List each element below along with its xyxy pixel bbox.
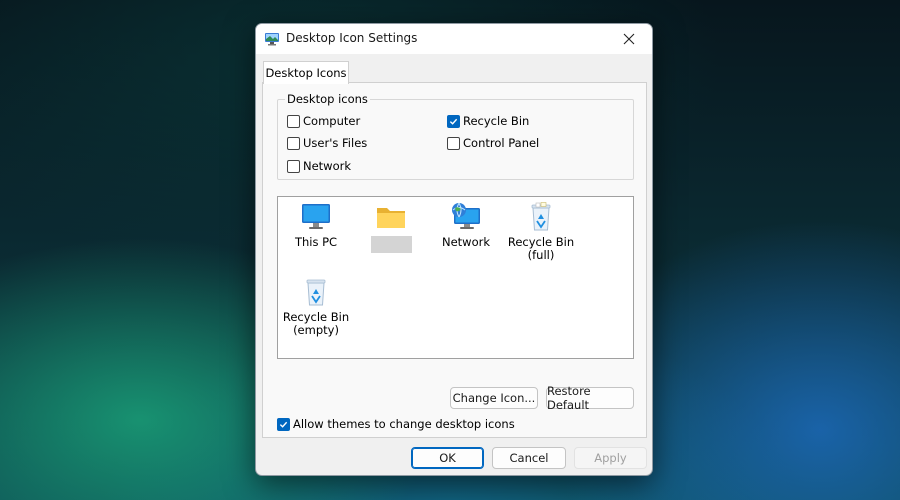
checkbox-box[interactable] <box>447 114 460 128</box>
groupbox-label: Desktop icons <box>285 92 370 106</box>
close-icon <box>623 33 635 45</box>
checkmark-icon <box>449 118 458 125</box>
title-bar[interactable]: Desktop Icon Settings <box>256 24 652 54</box>
icon-label: Network <box>441 235 491 249</box>
checkbox-computer[interactable]: Computer <box>287 114 360 128</box>
checkbox-box[interactable] <box>287 114 300 128</box>
icon-label-line2: (empty) <box>293 323 339 337</box>
network-icon <box>449 202 483 232</box>
icon-label-line2: (full) <box>527 248 555 262</box>
apply-button[interactable]: Apply <box>574 447 647 469</box>
icon-item-recycle-bin-full[interactable]: Recycle Bin (full) <box>503 202 579 262</box>
recycle-bin-empty-icon <box>299 277 333 307</box>
checkbox-box[interactable] <box>287 136 300 150</box>
restore-default-button[interactable]: Restore Default <box>546 384 634 412</box>
checkbox-box[interactable] <box>277 417 290 431</box>
checkbox-recycle-bin[interactable]: Recycle Bin <box>447 114 529 128</box>
checkbox-label: Computer <box>303 114 361 128</box>
checkbox-label: User's Files <box>303 136 368 150</box>
icon-item-this-pc[interactable]: This PC <box>278 202 354 249</box>
icon-item-users-files[interactable] <box>353 202 429 256</box>
display-settings-icon <box>264 31 280 47</box>
checkbox-users-files[interactable]: User's Files <box>287 136 367 150</box>
checkbox-box[interactable] <box>447 136 460 150</box>
close-button[interactable] <box>606 24 652 54</box>
recycle-bin-full-icon <box>524 202 558 232</box>
icon-list[interactable]: This PC Network Recycle Bin (full) Recyc… <box>277 196 634 359</box>
redacted-label <box>353 236 429 256</box>
tab-desktop-icons[interactable]: Desktop Icons <box>263 61 349 84</box>
checkbox-label: Recycle Bin <box>463 114 530 128</box>
window-title: Desktop Icon Settings <box>286 31 418 45</box>
checkbox-allow-themes[interactable]: Allow themes to change desktop icons <box>277 417 515 431</box>
icon-item-recycle-bin-empty[interactable]: Recycle Bin (empty) <box>278 277 354 337</box>
folder-icon <box>374 202 408 232</box>
ok-button[interactable]: OK <box>411 447 484 469</box>
cancel-button[interactable]: Cancel <box>492 447 566 469</box>
desktop-icons-groupbox: Desktop icons Computer User's Files Netw… <box>277 92 634 180</box>
desktop-icons-panel: Desktop icons Computer User's Files Netw… <box>262 82 647 438</box>
checkbox-box[interactable] <box>287 159 300 173</box>
checkbox-label: Control Panel <box>463 136 540 150</box>
change-icon-button[interactable]: Change Icon... <box>450 387 538 409</box>
checkmark-icon <box>279 421 288 428</box>
checkbox-control-panel[interactable]: Control Panel <box>447 136 539 150</box>
icon-label: This PC <box>294 235 338 249</box>
checkbox-label: Allow themes to change desktop icons <box>293 417 515 431</box>
desktop-icon-settings-dialog: Desktop Icon Settings Desktop Icons Desk… <box>255 23 653 476</box>
monitor-icon <box>299 202 333 232</box>
checkbox-network[interactable]: Network <box>287 159 351 173</box>
icon-item-network[interactable]: Network <box>428 202 504 249</box>
checkbox-label: Network <box>303 159 352 173</box>
